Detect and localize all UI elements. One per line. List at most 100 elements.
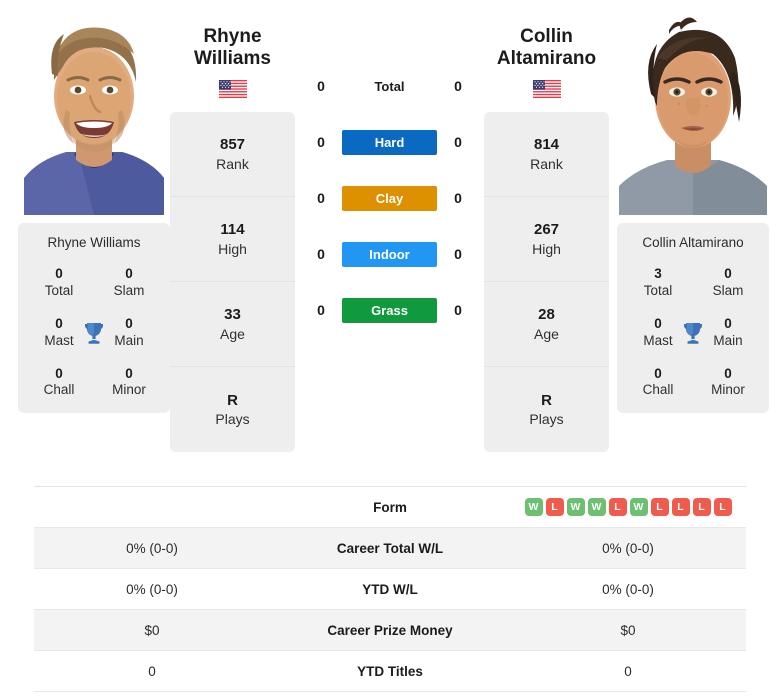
left-stat-value: 0% (0-0) — [126, 581, 178, 597]
form-badge-win: W — [587, 498, 606, 516]
comparison-header: Rhyne Williams 0 Total 0 Slam 0 Mast 0 M… — [0, 0, 779, 472]
left-titles-minor-value: 0 — [125, 365, 133, 381]
stat-label: Career Total W/L — [336, 540, 444, 556]
right-plays-label: Plays — [529, 411, 564, 428]
left-player-photo — [18, 10, 170, 215]
left-rank-value: 857 — [219, 136, 246, 154]
left-titles-chall-label: Chall — [43, 382, 75, 398]
h2h-left-score: 0 — [317, 246, 325, 262]
right-high-cell: 267 High — [484, 197, 609, 283]
table-row: 0% (0-0) YTD W/L 0% (0-0) — [34, 569, 746, 610]
left-titles-total: 0 Total — [24, 266, 94, 300]
right-plays-cell: R Plays — [484, 367, 609, 452]
right-titles-chall-value: 0 — [654, 365, 662, 381]
stat-label: YTD W/L — [362, 581, 418, 597]
h2h-label-total: Total — [374, 78, 405, 94]
stat-label: Form — [373, 499, 407, 515]
left-rank-cell: 857 Rank — [170, 112, 295, 198]
right-titles-minor-value: 0 — [724, 365, 732, 381]
left-player-first-name: Rhyne — [203, 26, 262, 47]
table-row: 0% (0-0) Career Total W/L 0% (0-0) — [34, 528, 746, 569]
left-high-cell: 114 High — [170, 197, 295, 283]
right-titles-chall: 0 Chall — [623, 366, 693, 400]
right-titles-slam: 0 Slam — [693, 266, 763, 300]
right-age-cell: 28 Age — [484, 282, 609, 368]
form-badge-loss: L — [650, 498, 669, 516]
h2h-label-hard[interactable]: Hard — [342, 129, 437, 155]
left-stat-value: 0% (0-0) — [126, 540, 178, 556]
left-titles-chall: 0 Chall — [24, 366, 94, 400]
right-titles-chall-label: Chall — [642, 382, 674, 398]
form-badge-loss: L — [713, 498, 732, 516]
form-badge-loss: L — [692, 498, 711, 516]
h2h-right-score: 0 — [454, 78, 462, 94]
table-row: 0 YTD Titles 0 — [34, 651, 746, 692]
right-high-value: 267 — [533, 221, 560, 239]
table-row: Form W L W W L W L L L L — [34, 487, 746, 528]
trophy-icon — [81, 320, 107, 346]
form-badge-loss: L — [671, 498, 690, 516]
right-titles-total-label: Total — [643, 282, 673, 298]
left-age-cell: 33 Age — [170, 282, 295, 368]
form-badge-win: W — [524, 498, 543, 516]
h2h-label-indoor[interactable]: Indoor — [342, 241, 437, 267]
left-stat-value: 0 — [148, 663, 156, 679]
right-rank-cell: 814 Rank — [484, 112, 609, 198]
right-titles-total-value: 3 — [654, 266, 662, 281]
right-player-first-name: Collin — [520, 26, 573, 47]
stat-label: YTD Titles — [357, 663, 423, 679]
table-row: $0 Career Prize Money $0 — [34, 610, 746, 651]
right-high-label: High — [532, 240, 561, 257]
left-high-label: High — [218, 240, 247, 257]
h2h-label-clay[interactable]: Clay — [342, 185, 437, 211]
left-stat-value: $0 — [144, 622, 160, 638]
left-titles-total-label: Total — [44, 282, 74, 298]
right-player-photo — [617, 10, 769, 215]
left-player-column: Rhyne Williams 0 Total 0 Slam 0 Mast 0 M… — [0, 0, 170, 414]
right-rank-label: Rank — [530, 155, 563, 172]
player-comparison-page: Rhyne Williams 0 Total 0 Slam 0 Mast 0 M… — [0, 0, 779, 699]
left-titles-slam-label: Slam — [113, 282, 145, 298]
left-plays-label: Plays — [215, 411, 250, 428]
right-titles-slam-label: Slam — [712, 282, 744, 298]
right-info-column: Collin Altamirano 814 Rank 267 High 28 A… — [484, 0, 609, 453]
h2h-label-grass[interactable]: Grass — [342, 297, 437, 323]
left-high-value: 114 — [220, 221, 245, 239]
right-form-cell: WLWWLWLLLL — [510, 498, 746, 516]
left-titles-chall-value: 0 — [55, 365, 63, 381]
h2h-left-score: 0 — [317, 78, 325, 94]
right-player-name: Collin Altamirano — [484, 26, 609, 70]
right-age-label: Age — [534, 325, 559, 342]
left-titles-player-name: Rhyne Williams — [47, 235, 141, 250]
right-titles-total: 3 Total — [623, 266, 693, 300]
form-badge-win: W — [629, 498, 648, 516]
right-form-badges: WLWWLWLLLL — [516, 498, 740, 516]
h2h-right-score: 0 — [454, 134, 462, 150]
left-info-column: Rhyne Williams 857 Rank 114 High 33 Age … — [170, 0, 295, 453]
right-stat-value: 0% (0-0) — [602, 581, 654, 597]
right-titles-minor: 0 Minor — [693, 366, 763, 400]
left-player-last-name: Williams — [194, 48, 271, 70]
stat-label: Career Prize Money — [327, 622, 453, 638]
left-titles-total-value: 0 — [55, 266, 63, 281]
h2h-row-hard: 0 Hard 0 — [295, 114, 484, 170]
right-player-column: Collin Altamirano 3 Total 0 Slam 0 Mast … — [609, 0, 779, 414]
h2h-row-clay: 0 Clay 0 — [295, 170, 484, 226]
h2h-left-score: 0 — [317, 190, 325, 206]
h2h-row-indoor: 0 Indoor 0 — [295, 226, 484, 282]
h2h-left-score: 0 — [317, 134, 325, 150]
form-badge-win: W — [566, 498, 585, 516]
right-rank-card: 814 Rank 267 High 28 Age R Plays — [484, 112, 609, 453]
right-titles-slam-value: 0 — [724, 266, 732, 281]
right-titles-card: Collin Altamirano 3 Total 0 Slam 0 Mast … — [617, 223, 769, 414]
left-plays-cell: R Plays — [170, 367, 295, 452]
right-titles-player-name: Collin Altamirano — [642, 235, 744, 250]
us-flag-icon — [218, 80, 247, 99]
right-titles-grid: 3 Total 0 Slam 0 Mast 0 Main 0 Chall 0 M… — [623, 266, 763, 399]
h2h-left-score: 0 — [317, 302, 325, 318]
left-titles-card: Rhyne Williams 0 Total 0 Slam 0 Mast 0 M… — [18, 223, 170, 414]
head-to-head-panel: 0 Total 0 0 Hard 0 0 Clay 0 0 Indoor 0 0 Grass 0 — [295, 0, 484, 338]
stats-table: Form W L W W L W L L L L 0% (0-0) Career Total W/L 0%… — [34, 486, 746, 692]
h2h-row-grass: 0 Grass 0 — [295, 282, 484, 338]
right-stat-value: $0 — [620, 622, 636, 638]
